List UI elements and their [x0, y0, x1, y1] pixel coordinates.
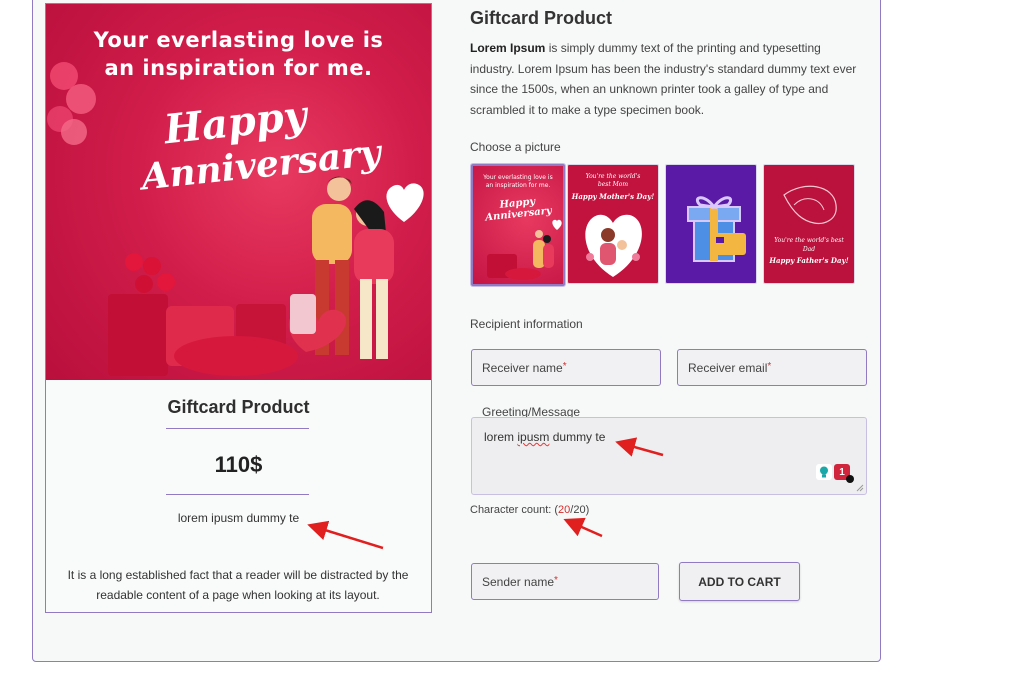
thumb4-script: Happy Father's Day!	[769, 256, 849, 265]
bulb-icon	[816, 464, 832, 480]
card-message: lorem ipusm dummy te	[177, 511, 300, 525]
issue-count: 1	[839, 466, 845, 478]
receiver-name-placeholder: Receiver name	[482, 361, 563, 375]
hero-image: Your everlasting love is an inspiration …	[46, 4, 431, 380]
hero-illustration	[47, 62, 424, 376]
choose-picture-label: Choose a picture	[470, 140, 561, 154]
desc-bold: Lorem Ipsum	[470, 41, 546, 55]
sender-name-field[interactable]: Sender name*	[471, 563, 659, 600]
card-description: It is a long established fact that a rea…	[67, 568, 409, 602]
required-mark: *	[554, 575, 558, 586]
product-description: Lorem Ipsum is simply dummy text of the …	[470, 38, 865, 120]
required-mark: *	[562, 361, 567, 372]
thumb-fathers-day[interactable]: You're the world's best Dad Happy Father…	[763, 164, 855, 284]
thumb4-line2: Dad	[802, 246, 816, 253]
thumb4-line1: You're the world's best	[774, 237, 844, 244]
character-count: Character count: (20/20)	[470, 504, 589, 516]
char-count-prefix: Character count: (	[470, 504, 559, 516]
grammar-extension-badge[interactable]: 1	[816, 462, 854, 483]
sender-name-placeholder: Sender name	[482, 575, 555, 589]
greeting-word2: ipusm	[517, 430, 550, 444]
required-mark: *	[767, 361, 772, 372]
thumb-mothers-day[interactable]: You're the world's best Mom Happy Mother…	[567, 164, 659, 284]
recipient-label: Recipient information	[470, 317, 583, 331]
divider-top	[166, 428, 309, 429]
greeting-word1: lorem	[484, 430, 515, 444]
add-to-cart-button[interactable]: ADD TO CART	[679, 562, 800, 601]
giftcard-preview: Your everlasting love is an inspiration …	[45, 3, 432, 613]
receiver-name-field[interactable]: Receiver name*	[471, 349, 661, 386]
product-title: Giftcard Product	[470, 8, 613, 28]
char-count-current: 20	[558, 504, 571, 516]
receiver-email-placeholder: Receiver email	[688, 361, 768, 375]
thumb-gift-box[interactable]	[665, 164, 757, 284]
status-dot-icon	[846, 475, 854, 483]
greeting-message-textarea[interactable]: lorem ipusm dummy te 1	[471, 417, 867, 495]
greeting-rest: dummy te	[552, 430, 606, 444]
divider-bottom	[166, 494, 309, 495]
issue-count-badge: 1	[834, 464, 854, 483]
receiver-email-field[interactable]: Receiver email*	[677, 349, 867, 386]
char-count-suffix: /20)	[570, 504, 590, 516]
thumb-anniversary[interactable]: Your everlasting love is an inspiration …	[471, 164, 565, 286]
card-price: 110$	[214, 452, 263, 477]
card-title: Giftcard Product	[167, 397, 310, 417]
resize-handle-icon[interactable]	[856, 484, 864, 492]
